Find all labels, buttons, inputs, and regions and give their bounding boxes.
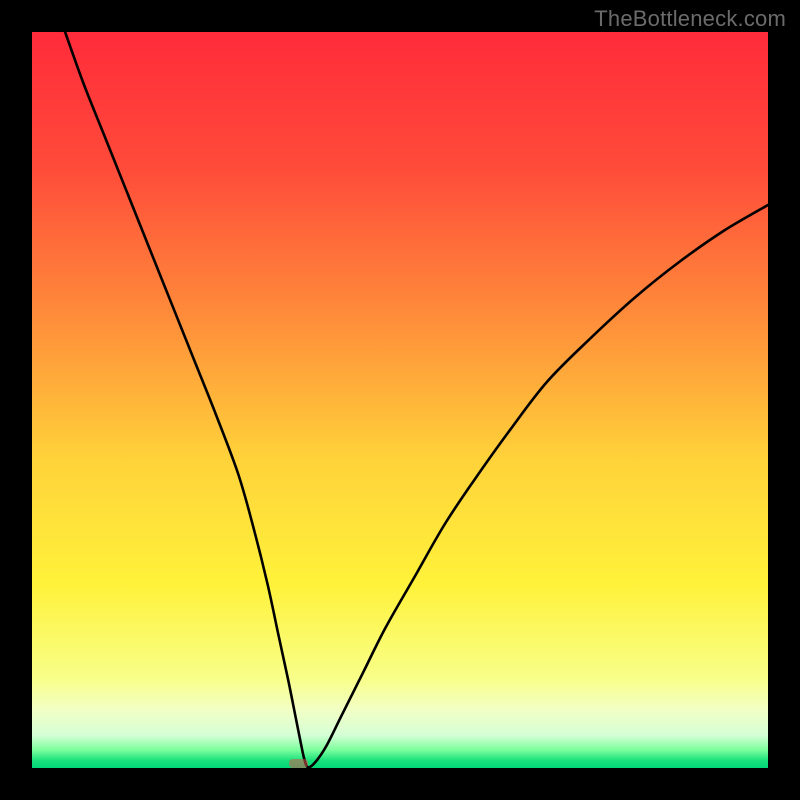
background-gradient <box>32 32 768 768</box>
chart-frame: TheBottleneck.com <box>0 0 800 800</box>
minimum-marker <box>289 759 308 768</box>
watermark-text: TheBottleneck.com <box>594 6 786 32</box>
plot-area <box>32 32 768 768</box>
